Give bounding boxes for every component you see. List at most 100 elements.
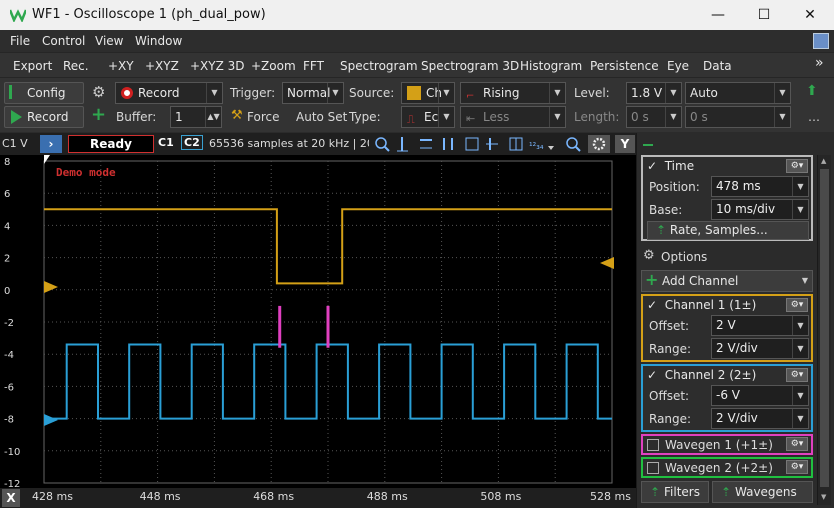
channel2-settings-gear-icon[interactable]: ⚙▾ [786, 368, 808, 382]
source-label: Source: [349, 86, 395, 100]
trigger-level-marker-icon[interactable] [600, 257, 614, 269]
x-axis-button[interactable]: X [2, 489, 20, 507]
trigger-edge-select[interactable]: ⌐ Rising ▼ [460, 82, 566, 104]
length-min-input[interactable]: 0 s ▼ [626, 106, 682, 128]
wavegen1-checkbox[interactable] [647, 439, 659, 451]
options-row[interactable]: ⚙ Options [641, 246, 813, 266]
time-settings-gear-icon[interactable]: ⚙▾ [786, 159, 808, 173]
spinner-icon: ▲▼ [205, 107, 221, 127]
config-button[interactable]: Config [4, 82, 84, 104]
scrollbar-thumb[interactable] [820, 169, 829, 487]
wavegen2-checkbox[interactable] [647, 462, 659, 474]
y-axis-button[interactable]: Y [615, 135, 635, 153]
y-tick-label: 8 [4, 157, 10, 168]
channel1-tag[interactable]: C1 [158, 136, 174, 149]
menu-file[interactable]: File [10, 34, 30, 48]
cursor-vertical-icon[interactable] [397, 137, 408, 152]
panel-scrollbar[interactable]: ▲ ▼ [817, 155, 831, 505]
minimize-button[interactable]: — [698, 4, 738, 26]
cursor-pair-icon[interactable] [443, 138, 453, 150]
more-options-icon[interactable]: … [808, 110, 820, 124]
wavegens-button[interactable]: ⇡ Wavegens [712, 481, 813, 503]
marker-icon[interactable] [486, 138, 498, 150]
trigger-condition-select[interactable]: ⇤ Less ▼ [460, 106, 566, 128]
record-button[interactable]: Record [4, 106, 84, 128]
tool-histogram[interactable]: Histogram [520, 59, 582, 73]
overflow-chevron-icon[interactable]: » [815, 55, 824, 71]
trigger-source-select[interactable]: Ch ▼ [401, 82, 455, 104]
menu-control[interactable]: Control [42, 34, 85, 48]
record-mode-select[interactable]: Record ▼ [115, 82, 223, 104]
tool-xy[interactable]: +XY [108, 59, 134, 73]
length-label: Length: [574, 110, 620, 124]
channel2-offset-marker-icon[interactable] [44, 414, 58, 426]
grid-icon[interactable] [509, 137, 523, 151]
collapse-panel-icon[interactable] [639, 137, 659, 153]
check-icon[interactable]: ✓ [647, 159, 657, 173]
channel1-settings-gear-icon[interactable]: ⚙▾ [786, 298, 808, 312]
dock-window-icon[interactable] [813, 33, 829, 49]
gear-icon[interactable]: ⚙ [92, 83, 105, 101]
tool-xyz[interactable]: +XYZ [145, 59, 179, 73]
plot-settings-icon[interactable] [588, 135, 610, 153]
chevron-right-icon[interactable]: › [40, 135, 62, 153]
stack-icon[interactable]: ¹²₃₄ [529, 142, 544, 152]
tool-persistence[interactable]: Persistence [590, 59, 659, 73]
trigger-mode-select[interactable]: Normal ▼ [282, 82, 344, 104]
channel1-offset-marker-icon[interactable] [44, 281, 58, 293]
tool-export[interactable]: Export [13, 59, 52, 73]
channel2-offset-input[interactable]: -6 V ▼ [711, 385, 809, 406]
force-button[interactable]: Force [247, 110, 279, 124]
tool-fft[interactable]: FFT [303, 59, 324, 73]
trigger-position-marker-icon[interactable] [44, 155, 50, 164]
menu-view[interactable]: View [95, 34, 123, 48]
channel1-offset-input[interactable]: 2 V ▼ [711, 315, 809, 336]
check-icon[interactable]: ✓ [647, 298, 657, 312]
add-icon[interactable]: + [91, 104, 106, 125]
dropdown-icon[interactable] [548, 146, 554, 150]
add-channel-button[interactable]: + Add Channel ▼ [641, 270, 813, 292]
x-tick-label: 448 ms [139, 490, 181, 503]
waveforms-logo-icon [10, 9, 26, 22]
rate-samples-button[interactable]: ⇡ Rate, Samples... [647, 221, 809, 240]
filters-button[interactable]: ⇡ Filters [641, 481, 709, 503]
tool-rec[interactable]: Rec. [63, 59, 89, 73]
channel1-range-input[interactable]: 2 V/div ▼ [711, 338, 809, 359]
channel1-title: Channel 1 (1±) [664, 298, 757, 312]
maximize-button[interactable]: ☐ [744, 4, 784, 26]
channel2-offset-label: Offset: [649, 389, 690, 403]
scroll-down-icon[interactable]: ▼ [821, 493, 826, 501]
trigger-type-select[interactable]: ⎍ Ec ▼ [401, 106, 455, 128]
base-input[interactable]: 10 ms/div ▼ [711, 199, 809, 220]
measure-icon[interactable] [465, 137, 479, 151]
tool-spectrogram[interactable]: Spectrogram [340, 59, 418, 73]
tool-data[interactable]: Data [703, 59, 732, 73]
tool-eye[interactable]: Eye [667, 59, 689, 73]
cursor-horizontal-icon[interactable] [420, 139, 432, 149]
tool-zoom[interactable]: +Zoom [251, 59, 296, 73]
tool-xyz3d[interactable]: +XYZ 3D [190, 59, 245, 73]
channel1-range-label: Range: [649, 342, 692, 356]
scroll-up-icon[interactable]: ▲ [821, 157, 826, 165]
close-button[interactable]: ✕ [790, 4, 830, 26]
record-dot-icon [121, 87, 133, 99]
menu-window[interactable]: Window [135, 34, 182, 48]
autoset-button[interactable]: Auto Set [296, 110, 347, 124]
trigger-level-input[interactable]: 1.8 V ▼ [626, 82, 682, 104]
check-icon[interactable]: ✓ [647, 368, 657, 382]
buffer-input[interactable]: 1 ▲▼ [170, 106, 222, 128]
wavegen1-settings-gear-icon[interactable]: ⚙▾ [786, 437, 808, 451]
zoom-search-icon[interactable] [566, 137, 581, 152]
channel2-range-input[interactable]: 2 V/div ▼ [711, 408, 809, 429]
y-axis-channel-label[interactable]: C1 V [2, 137, 28, 150]
tool-spectrogram3d[interactable]: Spectrogram 3D [421, 59, 519, 73]
arrow-up-icon[interactable]: ⬆ [806, 83, 818, 99]
length-max-input[interactable]: 0 s ▼ [685, 106, 791, 128]
position-input[interactable]: 478 ms ▼ [711, 176, 809, 197]
wavegen2-settings-gear-icon[interactable]: ⚙▾ [786, 460, 808, 474]
zoom-in-icon[interactable] [375, 137, 390, 152]
wavegen1-title: Wavegen 1 (+1±) [665, 438, 773, 452]
trigger-level-mode-select[interactable]: Auto ▼ [685, 82, 791, 104]
oscilloscope-plot[interactable]: 8 6 4 2 0 -2 -4 -6 -8 -10 -12 Demo mode [0, 155, 636, 488]
channel2-tag[interactable]: C2 [181, 135, 203, 150]
